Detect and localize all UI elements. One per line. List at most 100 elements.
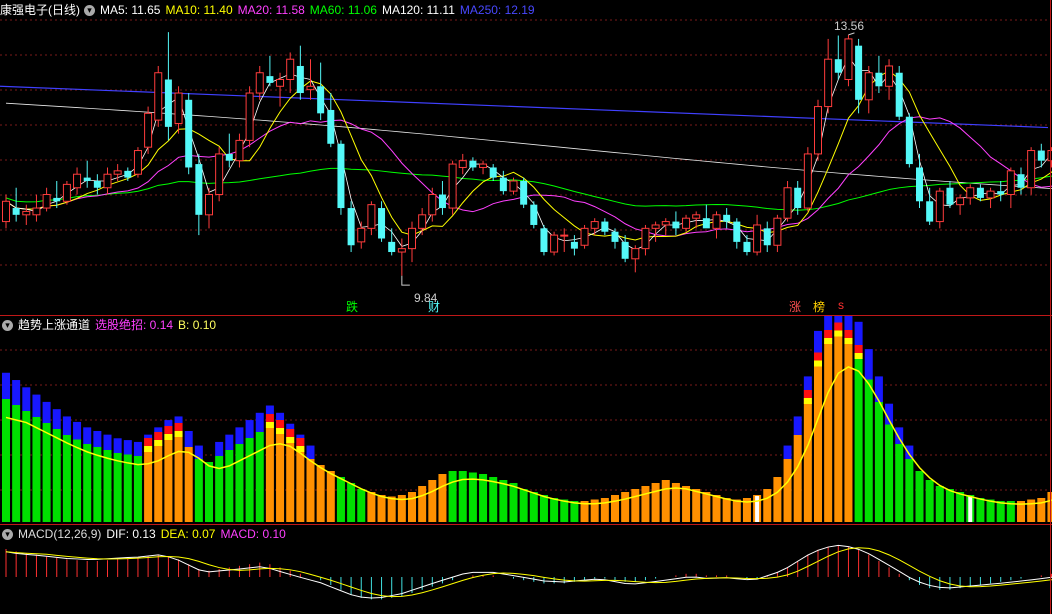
- osc-bar: [83, 444, 92, 522]
- candle-body: [448, 163, 457, 209]
- candle-body: [337, 143, 345, 209]
- candle-body: [1037, 150, 1045, 161]
- osc-bar-yellow: [814, 360, 822, 367]
- osc-bar-yellow: [854, 353, 863, 359]
- osc-bar-yellow: [164, 434, 173, 440]
- osc-bar: [611, 495, 619, 522]
- candle-body: [1017, 174, 1025, 188]
- candle-body: [12, 208, 20, 215]
- candle-body: [286, 58, 295, 81]
- candle-body: [428, 194, 437, 216]
- candle-body: [469, 160, 477, 168]
- candle-body: [824, 58, 833, 108]
- osc-bar: [885, 424, 894, 522]
- marker-s: s: [838, 298, 844, 312]
- candle-body: [225, 153, 233, 161]
- osc-bar: [438, 474, 447, 522]
- macd-panel[interactable]: ▾ MACD(12,26,9) DIF: 0.13 DEA: 0.07 MACD: 0.…: [0, 525, 1052, 614]
- candlestick-chart[interactable]: [0, 0, 1052, 316]
- osc-bar: [631, 489, 640, 522]
- osc-signal-line: [5, 366, 1052, 505]
- osc-bar-cap: [103, 434, 112, 450]
- osc-bar: [347, 483, 356, 522]
- candle-body: [438, 194, 446, 209]
- candle-body: [986, 190, 995, 199]
- osc-bar: [448, 471, 457, 522]
- high-price-label: 13.56: [834, 19, 865, 33]
- candle-body: [733, 221, 741, 242]
- osc-bar: [357, 489, 366, 522]
- ma10-label: MA10: 11.40: [165, 3, 233, 17]
- chevron-down-icon[interactable]: ▾: [2, 529, 13, 541]
- marker-zhang: 涨: [789, 300, 802, 314]
- osc-bar-cap: [113, 438, 122, 453]
- candle-body: [347, 208, 355, 246]
- candle-body: [245, 92, 254, 141]
- osc-bar-cap: [32, 394, 41, 417]
- osc-bar: [915, 471, 924, 522]
- candle-body: [306, 85, 315, 91]
- osc-bar: [52, 429, 61, 522]
- osc-bar-cap: [93, 431, 102, 447]
- ma20-line: [5, 116, 1052, 237]
- macd-name: MACD(12,26,9): [18, 527, 102, 541]
- osc-bar: [570, 501, 579, 522]
- candle-body: [590, 221, 599, 229]
- osc-bar-yellow: [803, 398, 812, 404]
- candle-body: [631, 248, 640, 260]
- chevron-down-icon[interactable]: ▾: [84, 5, 95, 17]
- osc-bar: [783, 459, 792, 522]
- trend-histogram[interactable]: [0, 316, 1052, 524]
- candle-body: [499, 177, 507, 192]
- osc-bar-yellow: [276, 428, 285, 434]
- candle-body: [560, 234, 569, 237]
- candle-body: [672, 221, 680, 229]
- candle-body: [266, 76, 274, 83]
- low-pointer: [401, 275, 410, 286]
- osc-bar-cap: [184, 431, 193, 447]
- osc-bar: [692, 489, 701, 522]
- chevron-down-icon[interactable]: ▾: [2, 320, 13, 332]
- price-panel[interactable]: 康强电子(日线) ▾ MA5: 11.65 MA10: 11.40 MA20: 11.5…: [0, 0, 1052, 316]
- candle-body: [601, 221, 609, 232]
- ma5-label: MA5: 11.65: [100, 3, 161, 17]
- candle-body: [864, 72, 873, 101]
- candle-body: [93, 180, 101, 188]
- candle-body: [905, 116, 913, 165]
- osc-bar: [255, 432, 264, 522]
- osc-bar: [712, 495, 721, 522]
- candle-body: [651, 224, 660, 229]
- candle-body: [935, 190, 944, 223]
- candle-body: [327, 109, 335, 144]
- candle-body: [185, 99, 193, 168]
- candle-body: [458, 160, 467, 168]
- osc-bar: [600, 498, 609, 522]
- osc-bar: [945, 489, 954, 522]
- osc-bar: [276, 432, 285, 522]
- osc-bar: [986, 499, 995, 522]
- osc-bar-cap: [83, 427, 92, 444]
- candle-body: [113, 170, 122, 175]
- candle-body: [367, 204, 376, 229]
- osc-bar: [854, 357, 863, 522]
- candle-body: [540, 228, 548, 253]
- candle-body: [530, 204, 538, 225]
- trend-panel[interactable]: ▾ 趋势上涨通道 选股绝招: 0.14 B: 0.10: [0, 316, 1052, 524]
- osc-bar: [763, 489, 772, 522]
- osc-bar: [641, 486, 650, 522]
- osc-bar: [479, 474, 488, 522]
- candle-body: [661, 221, 670, 226]
- osc-bar: [32, 417, 41, 522]
- osc-bar-yellow: [844, 338, 853, 344]
- osc-bar-cap: [793, 416, 802, 435]
- candle-body: [723, 214, 731, 222]
- candle-body: [682, 217, 691, 229]
- osc-bar: [682, 486, 691, 522]
- osc-bar: [408, 492, 416, 522]
- candle-body: [397, 248, 406, 253]
- osc-bar: [154, 444, 163, 522]
- osc-bar: [509, 483, 518, 522]
- candle-body: [22, 210, 31, 216]
- candle-body: [763, 228, 771, 246]
- candle-body: [62, 183, 71, 202]
